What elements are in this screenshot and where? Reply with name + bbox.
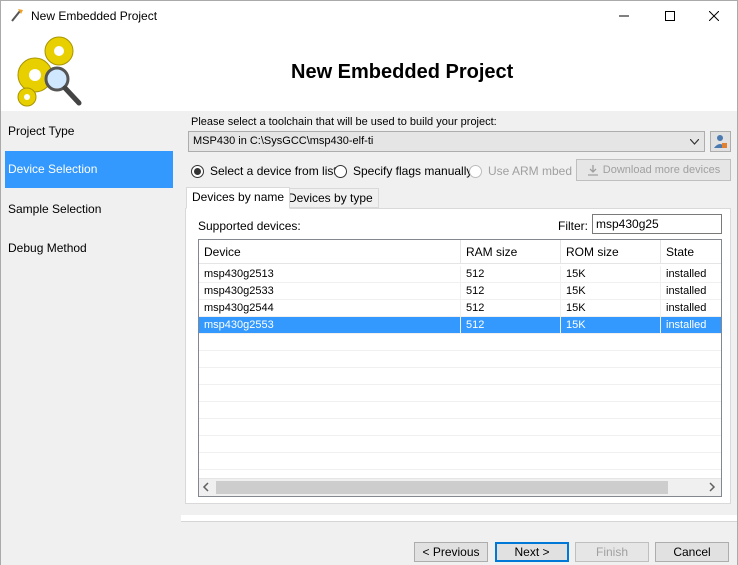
app-icon <box>9 7 25 23</box>
download-devices-button[interactable]: Download more devices <box>576 159 731 181</box>
sidebar-item-project-type[interactable]: Project Type <box>5 113 173 150</box>
column-device[interactable]: Device <box>199 240 461 264</box>
sidebar-item-device-selection[interactable]: Device Selection <box>5 151 173 188</box>
devices-tab-panel: Supported devices: Filter: Device RAM si… <box>185 208 731 504</box>
device-selection-panel: Please select a toolchain that will be u… <box>181 111 737 515</box>
radio-dot <box>191 164 204 178</box>
download-devices-label: Download more devices <box>602 164 721 176</box>
sidebar-item-debug-method[interactable]: Debug Method <box>5 230 173 267</box>
chevron-down-icon <box>687 132 701 151</box>
user-settings-icon <box>714 135 727 148</box>
toolchain-manage-button[interactable] <box>710 131 731 152</box>
filter-input[interactable] <box>592 214 722 234</box>
table-row-selected[interactable]: msp430g2553 512 15K installed <box>199 317 721 334</box>
toolchain-prompt: Please select a toolchain that will be u… <box>191 116 497 128</box>
cell-rom: 15K <box>561 300 661 316</box>
table-row[interactable]: msp430g2513 512 15K installed <box>199 266 721 283</box>
radio-dot <box>469 164 482 178</box>
table-row[interactable]: msp430g2544 512 15K installed <box>199 300 721 317</box>
wizard-footer: < Previous Next > Finish Cancel <box>181 521 737 565</box>
cell-ram: 512 <box>461 300 561 316</box>
close-icon <box>709 11 719 21</box>
cell-rom: 15K <box>561 317 661 333</box>
radio-specify-flags[interactable]: Specify flags manually <box>334 163 472 179</box>
finish-button[interactable]: Finish <box>575 542 649 562</box>
sidebar-item-sample-selection[interactable]: Sample Selection <box>5 191 173 228</box>
empty-row <box>199 351 721 368</box>
radio-dot <box>334 164 347 178</box>
horizontal-scrollbar[interactable] <box>199 478 721 496</box>
title-bar: New Embedded Project <box>1 1 737 31</box>
empty-row <box>199 334 721 351</box>
chevron-right-icon[interactable] <box>708 481 716 496</box>
wizard-header: New Embedded Project <box>1 31 737 111</box>
column-ram-size[interactable]: RAM size <box>461 240 561 264</box>
cell-state: installed <box>666 268 707 280</box>
page-title: New Embedded Project <box>291 61 514 83</box>
next-button[interactable]: Next > <box>495 542 569 562</box>
minimize-button[interactable] <box>601 1 647 31</box>
close-button[interactable] <box>691 1 737 31</box>
scrollbar-thumb[interactable] <box>216 481 668 494</box>
previous-button[interactable]: < Previous <box>414 542 488 562</box>
maximize-button[interactable] <box>647 1 693 31</box>
download-icon <box>587 165 598 176</box>
cell-ram: 512 <box>461 266 561 282</box>
cell-rom: 15K <box>561 266 661 282</box>
column-state[interactable]: State <box>661 240 721 264</box>
cell-device: msp430g2553 <box>199 317 461 333</box>
tab-devices-by-type[interactable]: Devices by type <box>282 188 379 208</box>
wizard-sidebar: Project Type Device Selection Sample Sel… <box>1 111 181 565</box>
radio-select-device[interactable]: Select a device from list <box>191 163 337 179</box>
radio-use-arm-label: Use ARM mbed <box>488 164 573 178</box>
radio-select-device-label: Select a device from list <box>210 164 337 178</box>
maximize-icon <box>665 11 675 21</box>
cell-rom: 15K <box>561 283 661 299</box>
toolchain-dropdown[interactable]: MSP430 in C:\SysGCC\msp430-elf-ti <box>188 131 705 152</box>
wizard-window: New Embedded Project New Embedded Projec… <box>0 0 738 565</box>
empty-row <box>199 402 721 419</box>
cell-state: installed <box>666 319 707 331</box>
empty-row <box>199 453 721 470</box>
cell-device: msp430g2513 <box>199 266 461 282</box>
cell-device: msp430g2533 <box>199 283 461 299</box>
empty-row <box>199 368 721 385</box>
devices-grid: Device RAM size ROM size State msp430g25… <box>198 239 722 497</box>
tab-devices-by-name[interactable]: Devices by name <box>186 187 291 209</box>
window-title: New Embedded Project <box>31 9 158 23</box>
gears-magnifier-icon <box>11 31 91 109</box>
grid-header: Device RAM size ROM size State <box>199 240 721 264</box>
empty-row <box>199 385 721 402</box>
column-rom-size[interactable]: ROM size <box>561 240 661 264</box>
table-row[interactable]: msp430g2533 512 15K installed <box>199 283 721 300</box>
cancel-button[interactable]: Cancel <box>655 542 729 562</box>
cell-ram: 512 <box>461 317 561 333</box>
toolchain-value: MSP430 in C:\SysGCC\msp430-elf-ti <box>193 135 374 147</box>
cell-state: installed <box>666 302 707 314</box>
filter-label: Filter: <box>558 219 588 233</box>
cell-device: msp430g2544 <box>199 300 461 316</box>
supported-devices-label: Supported devices: <box>198 219 301 233</box>
radio-specify-flags-label: Specify flags manually <box>353 164 473 178</box>
empty-row <box>199 419 721 436</box>
minimize-icon <box>619 15 629 17</box>
chevron-left-icon[interactable] <box>202 481 210 496</box>
radio-use-arm-mbed[interactable]: Use ARM mbed <box>469 163 572 179</box>
cell-state: installed <box>666 285 707 297</box>
cell-ram: 512 <box>461 283 561 299</box>
empty-row <box>199 436 721 453</box>
